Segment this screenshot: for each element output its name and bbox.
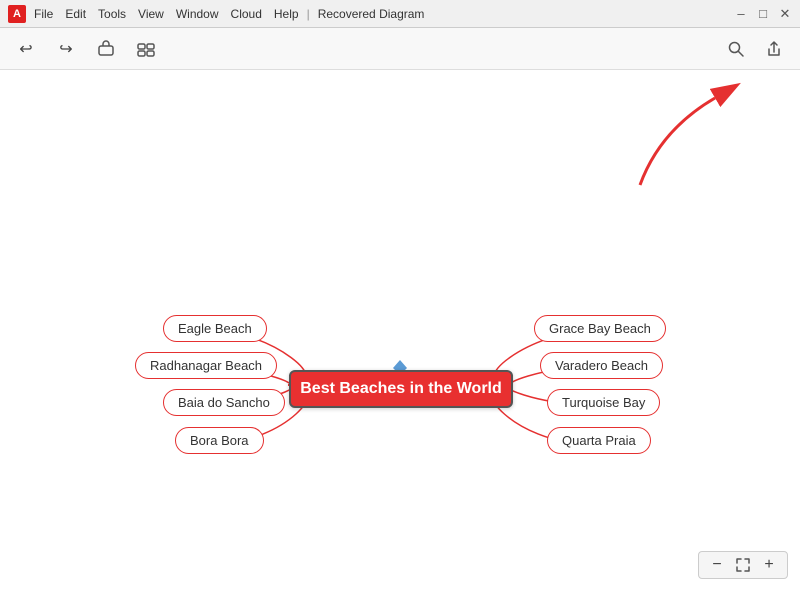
zoom-controls: − + [698,551,788,579]
share-button[interactable] [760,35,788,63]
maximize-button[interactable]: □ [756,7,770,21]
search-button[interactable] [722,35,750,63]
node-quarta-praia[interactable]: Quarta Praia [547,427,651,454]
redo-button[interactable]: ↪ [52,35,80,63]
app-icon: A [8,5,26,23]
node-bora-bora[interactable]: Bora Bora [175,427,264,454]
menu-edit[interactable]: Edit [65,7,86,21]
node-varadero-beach[interactable]: Varadero Beach [540,352,663,379]
zoom-in-button[interactable]: + [759,555,779,575]
toolbar: ↩ ↪ [0,28,800,70]
undo-button[interactable]: ↩ [12,35,40,63]
separator: | [307,7,310,21]
menu-bar: File Edit Tools View Window Cloud Help [34,7,299,21]
diagram-title: Recovered Diagram [318,7,425,21]
diagram-canvas: Best Beaches in the World Eagle Beach Ra… [0,70,800,591]
minimize-button[interactable]: – [734,7,748,21]
menu-window[interactable]: Window [176,7,219,21]
node-turquoise-bay[interactable]: Turquoise Bay [547,389,660,416]
node-grace-bay-beach[interactable]: Grace Bay Beach [534,315,666,342]
close-button[interactable]: ✕ [778,7,792,21]
menu-help[interactable]: Help [274,7,299,21]
node-eagle-beach[interactable]: Eagle Beach [163,315,267,342]
center-node[interactable]: Best Beaches in the World [289,370,513,408]
diagram-svg [0,70,800,591]
node-radhanagar-beach[interactable]: Radhanagar Beach [135,352,277,379]
menu-tools[interactable]: Tools [98,7,126,21]
node-baia-do-sancho[interactable]: Baia do Sancho [163,389,285,416]
zoom-out-button[interactable]: − [707,555,727,575]
title-bar: A File Edit Tools View Window Cloud Help… [0,0,800,28]
menu-view[interactable]: View [138,7,164,21]
tool-icon1[interactable] [92,35,120,63]
tool-icon2[interactable] [132,35,160,63]
window-controls: – □ ✕ [734,7,792,21]
menu-file[interactable]: File [34,7,53,21]
menu-cloud[interactable]: Cloud [231,7,262,21]
zoom-fit-icon[interactable] [733,555,753,575]
